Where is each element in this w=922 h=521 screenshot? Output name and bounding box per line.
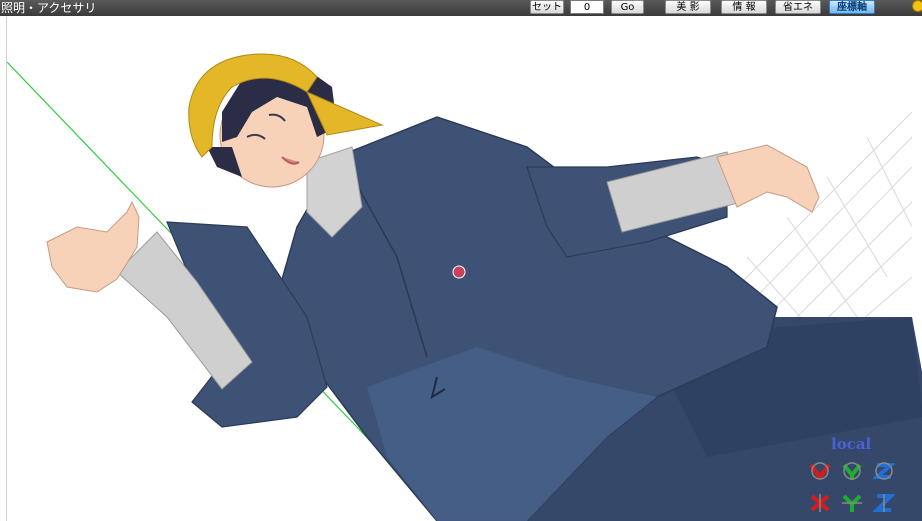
- panel-title: 照明・アクセサリ: [1, 1, 97, 15]
- rotate-x-icon[interactable]: [809, 461, 831, 481]
- move-y-icon[interactable]: [841, 493, 863, 513]
- move-x-icon[interactable]: [809, 493, 831, 513]
- go-button[interactable]: Go: [611, 0, 644, 14]
- frame-input[interactable]: 0: [570, 0, 604, 14]
- coordinate-mode-label[interactable]: local: [831, 435, 871, 453]
- beauty-shadow-button[interactable]: 美 影: [665, 0, 711, 14]
- set-button[interactable]: セット: [530, 0, 564, 14]
- top-toolbar: 照明・アクセサリ セット 0 Go 美 影 情 報 省エネ 座標軸: [0, 0, 922, 16]
- status-circle-icon[interactable]: [912, 0, 922, 12]
- axis-toggle-button[interactable]: 座標軸: [829, 0, 875, 14]
- scene-render: [7, 53, 922, 521]
- power-save-button[interactable]: 省エネ: [775, 0, 821, 14]
- info-button[interactable]: 情 報: [721, 0, 767, 14]
- rotate-y-icon[interactable]: [841, 461, 863, 481]
- 3d-viewport[interactable]: local: [6, 17, 922, 521]
- center-bone-marker[interactable]: [452, 265, 466, 279]
- move-z-icon[interactable]: [873, 493, 895, 513]
- rotate-z-icon[interactable]: [873, 461, 895, 481]
